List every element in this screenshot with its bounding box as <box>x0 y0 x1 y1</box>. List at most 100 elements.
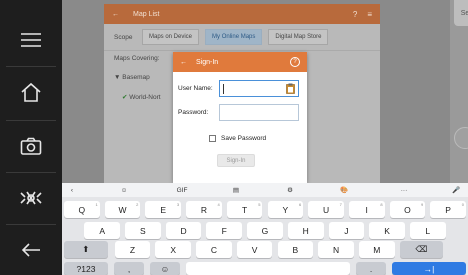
save-password-checkbox[interactable] <box>209 135 216 142</box>
key-f[interactable]: F <box>206 222 243 239</box>
enter-key[interactable]: →| <box>392 262 466 275</box>
key-k[interactable]: K <box>369 222 405 239</box>
map-control-button[interactable] <box>454 127 468 149</box>
scope-option-device[interactable]: Maps on Device <box>142 29 200 45</box>
key-i-label: I <box>365 204 368 215</box>
enter-key-label: →| <box>423 263 435 274</box>
key-v[interactable]: V <box>236 241 273 258</box>
sign-in-button[interactable]: Sign-In <box>217 154 255 167</box>
back-arrow-icon[interactable]: ← <box>112 11 119 18</box>
key-m[interactable]: M <box>358 241 395 258</box>
scope-option-store[interactable]: Digital Map Store <box>268 29 329 45</box>
comma-key[interactable]: , <box>114 262 144 275</box>
right-panel-edge: Se <box>450 0 468 183</box>
key-d-label: D <box>180 225 187 236</box>
key-i[interactable]: I8 <box>348 201 385 218</box>
more-icon[interactable]: ··· <box>390 183 418 197</box>
right-partial-label: Se <box>454 0 468 26</box>
password-field[interactable] <box>219 104 299 121</box>
key-h[interactable]: H <box>287 222 324 239</box>
help-icon[interactable]: ? <box>353 10 357 19</box>
key-u-hint: 7 <box>339 202 342 207</box>
clipboard-icon[interactable]: ▤ <box>222 183 250 197</box>
emoji-key[interactable]: ☺ <box>150 262 180 275</box>
back-arrow-icon[interactable]: ← <box>180 59 187 66</box>
tree-label-world: World-Nort <box>129 94 161 101</box>
key-w[interactable]: W2 <box>104 201 141 218</box>
key-y-label: Y <box>282 204 289 215</box>
back-arrow-icon <box>21 243 40 257</box>
key-p-label: P <box>445 204 451 215</box>
key-p[interactable]: P0 <box>430 201 466 218</box>
key-q-label: Q <box>78 204 86 215</box>
menu-button[interactable] <box>0 20 62 60</box>
key-o-hint: 9 <box>421 202 424 207</box>
emoji-key-label: ☺ <box>160 263 170 274</box>
gif-button[interactable]: GIF <box>168 183 196 197</box>
save-password-row[interactable]: Save Password <box>209 135 266 142</box>
space-key[interactable] <box>186 262 350 275</box>
key-p-hint: 0 <box>461 202 464 207</box>
microphone-icon[interactable]: 🎤 <box>446 183 466 197</box>
tree-label-basemap: Basemap <box>122 74 150 81</box>
scope-label: Scope <box>114 33 133 41</box>
key-e-hint: 3 <box>176 202 180 207</box>
toolbar-back-icon[interactable]: ‹ <box>62 183 82 197</box>
key-l-label: L <box>425 225 431 236</box>
key-o-label: O <box>404 204 411 215</box>
map-list-title: Map List <box>133 10 160 18</box>
dialog-header: ← Sign-In ? <box>173 52 307 72</box>
menu-icon[interactable]: ≡ <box>367 10 372 19</box>
key-u-label: U <box>322 204 330 215</box>
key-g[interactable]: G <box>247 222 283 239</box>
key-n-label: N <box>332 244 340 255</box>
key-u[interactable]: U7 <box>308 201 344 218</box>
key-x[interactable]: X <box>155 241 192 258</box>
key-q[interactable]: Q1 <box>64 201 100 218</box>
key-a-label: A <box>99 225 106 236</box>
home-button[interactable] <box>0 72 62 112</box>
key-t-hint: 5 <box>258 202 261 207</box>
period-key[interactable]: . <box>356 262 386 275</box>
key-j[interactable]: J <box>328 222 365 239</box>
key-e[interactable]: E3 <box>145 201 182 218</box>
key-d[interactable]: D <box>165 222 202 239</box>
palette-icon[interactable]: 🎨 <box>330 183 358 197</box>
shift-key[interactable]: ⬆ <box>64 241 108 258</box>
settings-icon[interactable]: ⚙ <box>276 183 304 197</box>
key-n[interactable]: N <box>318 241 354 258</box>
key-t[interactable]: T5 <box>226 201 263 218</box>
key-z[interactable]: Z <box>114 241 151 258</box>
key-c[interactable]: C <box>196 241 232 258</box>
camera-icon <box>20 137 42 155</box>
key-w-hint: 2 <box>136 202 139 207</box>
symbols-key[interactable]: ?123 <box>64 262 108 275</box>
key-g-label: G <box>261 225 269 236</box>
username-field[interactable] <box>219 80 299 97</box>
key-h-label: H <box>302 225 309 236</box>
save-password-label: Save Password <box>221 135 267 142</box>
key-r-hint: 4 <box>217 202 220 207</box>
shake-button[interactable] <box>0 178 62 218</box>
help-icon[interactable]: ? <box>290 57 300 67</box>
backspace-key[interactable]: ⌫ <box>399 241 444 258</box>
key-b[interactable]: B <box>277 241 314 258</box>
key-l[interactable]: L <box>409 222 446 239</box>
scope-option-online[interactable]: My Online Maps <box>205 29 263 45</box>
key-f-label: F <box>221 225 227 236</box>
comma-key-label: , <box>127 263 131 274</box>
back-button[interactable] <box>0 230 62 270</box>
key-c-label: C <box>210 244 217 255</box>
expand-icon: ▼ <box>114 74 123 81</box>
sticker-icon[interactable]: ☺ <box>110 183 138 197</box>
key-t-label: T <box>242 204 248 215</box>
text-caret <box>223 84 224 94</box>
key-w-label: W <box>118 204 127 215</box>
screenshot-button[interactable] <box>0 126 62 166</box>
key-y[interactable]: Y6 <box>267 201 304 218</box>
paste-icon[interactable] <box>286 83 295 94</box>
key-r[interactable]: R4 <box>186 201 222 218</box>
key-s[interactable]: S <box>125 222 161 239</box>
key-a[interactable]: A <box>84 222 121 239</box>
key-o[interactable]: O9 <box>389 201 426 218</box>
